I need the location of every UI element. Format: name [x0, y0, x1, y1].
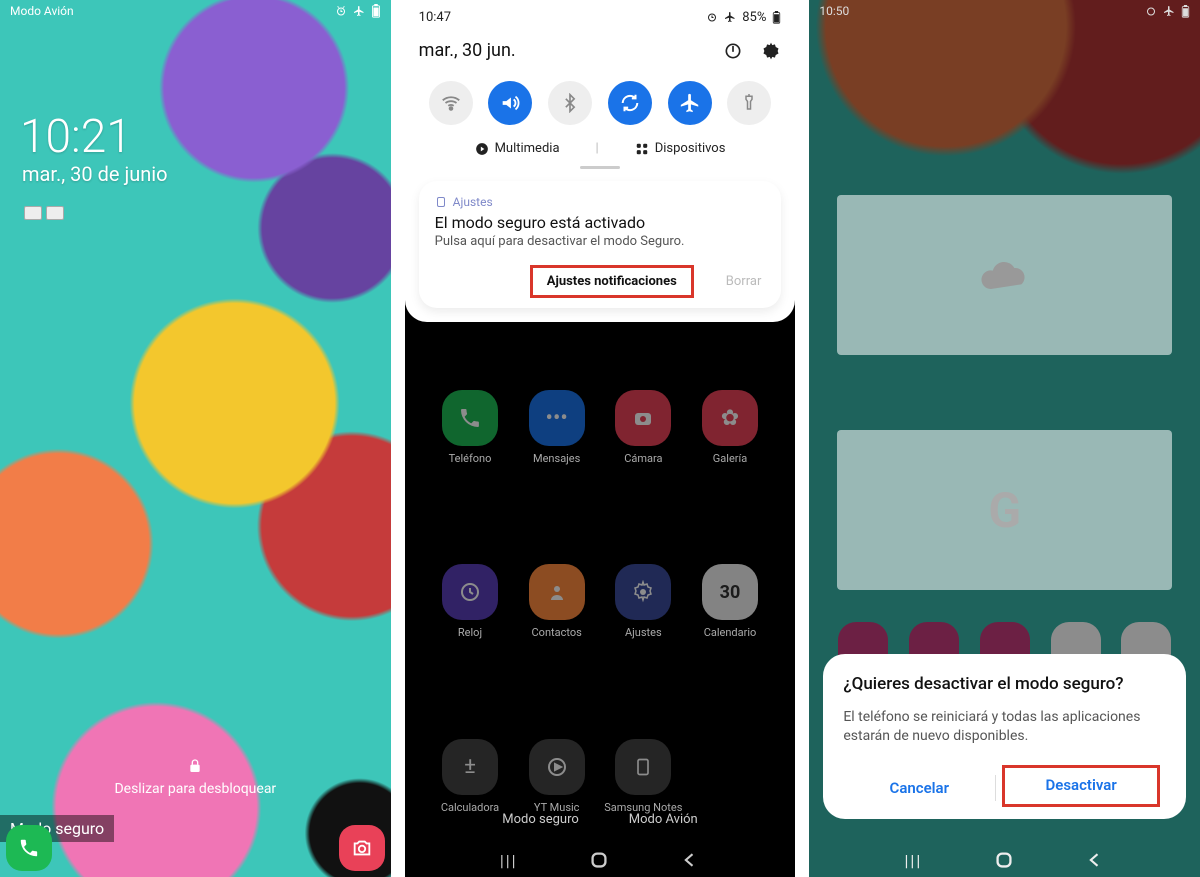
- nav-recents[interactable]: |||: [500, 851, 518, 870]
- navigation-bar: |||: [809, 849, 1200, 871]
- quick-settings-row: [419, 75, 782, 133]
- home-grid-dimmed: Teléfono •••Mensajes Cámara ✿Galería Rel…: [405, 360, 796, 877]
- screen-lockscreen: Modo Avión 10:21 mar., 30 de junio Desli…: [0, 0, 391, 877]
- dialog-body: El teléfono se reiniciará y todas las ap…: [843, 708, 1166, 747]
- airplane-mode-label: Modo Avión: [629, 812, 698, 827]
- camera-icon: [351, 837, 373, 859]
- qs-bluetooth[interactable]: [548, 81, 592, 125]
- alarm-icon: [706, 11, 718, 23]
- lock-date: mar., 30 de junio: [22, 162, 168, 186]
- battery-percent: 85%: [742, 10, 766, 25]
- play-circle-icon: [475, 142, 489, 156]
- cancel-button[interactable]: Cancelar: [843, 769, 995, 807]
- notification-shade[interactable]: 10:47 85% mar., 30 jun.: [405, 0, 796, 322]
- separator: [995, 775, 996, 801]
- thumbnail-icon[interactable]: [46, 206, 64, 220]
- notification-title: El modo seguro está activado: [435, 213, 766, 232]
- shade-time: 10:47: [419, 10, 451, 25]
- notification-thumbnails[interactable]: [24, 206, 64, 220]
- app-contacts[interactable]: Contactos: [513, 564, 600, 702]
- nav-recents[interactable]: |||: [905, 851, 923, 870]
- qs-sound[interactable]: [488, 81, 532, 125]
- battery-icon: [371, 4, 381, 18]
- shade-date: mar., 30 jun.: [419, 40, 516, 61]
- phone-shortcut[interactable]: [6, 825, 52, 871]
- safe-mode-dialog: ¿Quieres desactivar el modo seguro? El t…: [823, 654, 1186, 819]
- lock-time: 10:21: [20, 110, 132, 164]
- nav-home[interactable]: [993, 849, 1015, 871]
- alarm-icon: [1145, 5, 1157, 17]
- gear-icon[interactable]: [761, 41, 781, 61]
- safe-mode-label: Modo seguro: [502, 812, 579, 827]
- notification-card[interactable]: Ajustes El modo seguro está activado Pul…: [419, 181, 782, 308]
- shade-handle[interactable]: [580, 166, 620, 169]
- separator: |: [596, 141, 599, 156]
- notification-app-row: Ajustes: [435, 195, 766, 209]
- qs-airplane[interactable]: [668, 81, 712, 125]
- app-messages[interactable]: •••Mensajes: [513, 390, 600, 528]
- unlock-hint-label: Deslizar para desbloquear: [114, 781, 276, 797]
- camera-shortcut[interactable]: [339, 825, 385, 871]
- app-calendar[interactable]: 30Calendario: [687, 564, 774, 702]
- google-search-widget[interactable]: G: [837, 430, 1172, 590]
- navigation-bar: |||: [405, 849, 796, 871]
- status-time: 10:50: [819, 4, 849, 18]
- power-icon[interactable]: [723, 41, 743, 61]
- screen-notification-shade: Teléfono •••Mensajes Cámara ✿Galería Rel…: [405, 0, 796, 877]
- app-phone[interactable]: Teléfono: [427, 390, 514, 528]
- battery-icon: [772, 11, 781, 24]
- dialog-title: ¿Quieres desactivar el modo seguro?: [843, 674, 1166, 694]
- app-clock[interactable]: Reloj: [427, 564, 514, 702]
- unlock-hint[interactable]: Deslizar para desbloquear: [0, 757, 391, 797]
- screen-dialog: 10:50 G ¿Quieres desactivar el modo segu…: [809, 0, 1200, 877]
- nav-back[interactable]: [680, 850, 700, 870]
- airplane-icon: [1163, 5, 1175, 17]
- airplane-icon: [724, 11, 736, 23]
- status-bar: 10:50: [809, 0, 1200, 22]
- phone-icon: [18, 837, 40, 859]
- grid-icon: [635, 142, 649, 156]
- weather-widget[interactable]: [837, 195, 1172, 355]
- battery-icon: [1181, 5, 1190, 18]
- app-settings[interactable]: Ajustes: [600, 564, 687, 702]
- airplane-mode-label: Modo Avión: [10, 4, 74, 18]
- qs-autorotate[interactable]: [608, 81, 652, 125]
- airplane-icon: [353, 5, 365, 17]
- app-gallery[interactable]: ✿Galería: [687, 390, 774, 528]
- shade-status-bar: 10:47 85%: [419, 0, 782, 30]
- notification-clear-button[interactable]: Borrar: [722, 268, 766, 295]
- cloud-icon: [977, 255, 1033, 295]
- status-bar: Modo Avión: [0, 0, 391, 22]
- thumbnail-icon[interactable]: [24, 206, 42, 220]
- multimedia-button[interactable]: Multimedia: [475, 141, 560, 156]
- deactivate-button[interactable]: Desactivar: [1002, 765, 1160, 807]
- google-logo: G: [988, 482, 1021, 539]
- notification-app-name: Ajustes: [453, 195, 493, 209]
- alarm-icon: [335, 5, 347, 17]
- nav-home[interactable]: [588, 849, 610, 871]
- lock-icon: [187, 757, 203, 775]
- qs-wifi[interactable]: [429, 81, 473, 125]
- notification-body: Pulsa aquí para desactivar el modo Segur…: [435, 234, 766, 249]
- dock-labels: Modo seguro Modo Avión: [405, 812, 796, 827]
- app-camera[interactable]: Cámara: [600, 390, 687, 528]
- devices-button[interactable]: Dispositivos: [635, 141, 726, 156]
- notification-settings-button[interactable]: Ajustes notificaciones: [530, 265, 694, 298]
- qs-flashlight[interactable]: [727, 81, 771, 125]
- settings-app-icon: [435, 196, 447, 208]
- nav-back[interactable]: [1085, 850, 1105, 870]
